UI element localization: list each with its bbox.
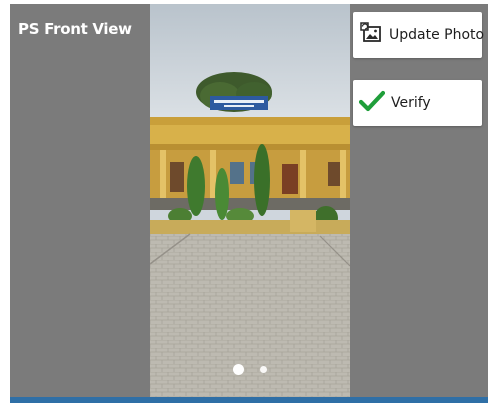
carousel-dot-active[interactable] bbox=[232, 364, 244, 376]
photo-review-panel: PS Front View Update Photo Verify bbox=[10, 4, 488, 397]
update-photo-button[interactable]: Update Photo bbox=[353, 12, 485, 58]
photo-update-icon bbox=[359, 21, 383, 50]
carousel-indicator bbox=[150, 361, 350, 379]
update-photo-label: Update Photo bbox=[389, 27, 485, 43]
carousel-dot[interactable] bbox=[260, 366, 268, 374]
checkmark-icon bbox=[358, 89, 386, 118]
verify-label: Verify bbox=[391, 95, 431, 111]
page-title: PS Front View bbox=[18, 20, 132, 38]
station-front-photo[interactable] bbox=[150, 4, 350, 397]
verify-button[interactable]: Verify bbox=[353, 80, 482, 126]
bottom-accent-bar bbox=[10, 397, 488, 403]
